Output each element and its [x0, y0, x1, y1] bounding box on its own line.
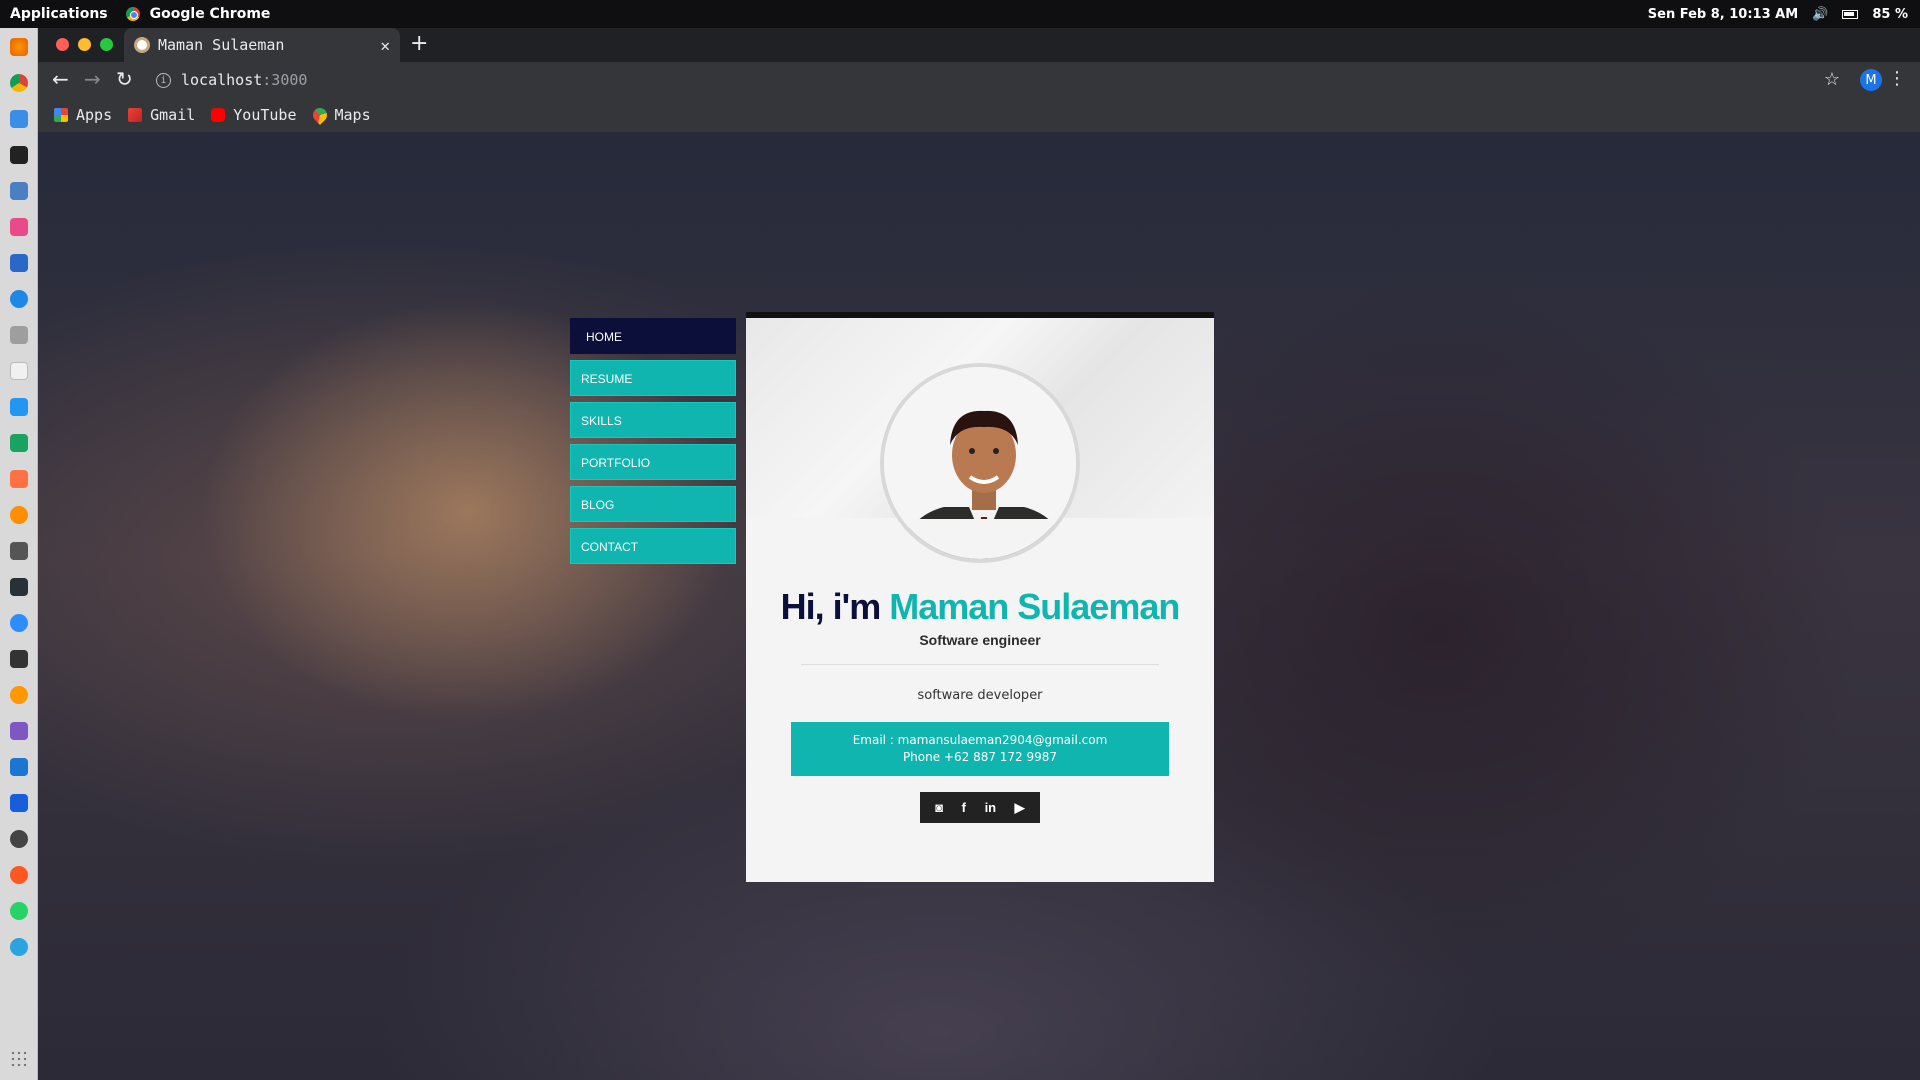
- applications-menu[interactable]: Applications: [10, 6, 108, 22]
- bitwarden-icon[interactable]: [10, 794, 28, 812]
- phone-text[interactable]: Phone +62 887 172 9987: [791, 749, 1169, 766]
- divider: [801, 664, 1159, 665]
- bookmark-label: Maps: [334, 106, 371, 124]
- tab-title: Maman Sulaeman: [158, 36, 285, 54]
- active-app-label: Google Chrome: [149, 6, 271, 22]
- browser-toolbar: ← → ↻ i localhost:3000 ☆ M ⋮: [38, 62, 1920, 98]
- nav-item-resume[interactable]: RESUME: [570, 360, 736, 396]
- maps-icon: [309, 105, 330, 125]
- whatsapp-icon[interactable]: [10, 902, 28, 920]
- bookmark-star-icon[interactable]: ☆: [1824, 69, 1840, 90]
- maximize-window-button[interactable]: [100, 38, 113, 51]
- nav-item-contact[interactable]: CONTACT: [570, 528, 736, 564]
- minimize-window-button[interactable]: [78, 38, 91, 51]
- web-page: HOME RESUME SKILLS PORTFOLIO BLOG CONTAC…: [38, 132, 1920, 1080]
- nav-item-skills[interactable]: SKILLS: [570, 402, 736, 438]
- url-host: localhost: [181, 71, 263, 89]
- obs-icon[interactable]: [10, 830, 28, 848]
- greeting-text: Hi, i'm: [780, 586, 890, 627]
- facebook-icon[interactable]: f: [962, 800, 966, 815]
- firefox-icon[interactable]: [10, 38, 28, 56]
- calendar-icon[interactable]: [10, 362, 28, 380]
- youtube-icon[interactable]: ▶: [1015, 800, 1025, 816]
- job-title: Software engineer: [919, 632, 1041, 648]
- close-window-button[interactable]: [56, 38, 69, 51]
- tab-strip: Maman Sulaeman ✕ +: [38, 28, 1920, 62]
- finder-icon[interactable]: [10, 110, 28, 128]
- app-store-icon[interactable]: [10, 290, 28, 308]
- volume-icon[interactable]: 🔊: [1812, 7, 1828, 22]
- more-menu-icon[interactable]: ⋮: [1888, 68, 1906, 89]
- site-info-icon[interactable]: i: [156, 72, 171, 88]
- linkedin-icon[interactable]: in: [985, 800, 997, 815]
- spreadsheet-icon[interactable]: [10, 434, 28, 452]
- postman-icon[interactable]: [10, 686, 28, 704]
- music-icon[interactable]: [10, 218, 28, 236]
- instagram-icon[interactable]: ◙: [935, 800, 943, 815]
- email-text[interactable]: Email : mamansulaeman2904@gmail.com: [791, 732, 1169, 749]
- bookmark-apps[interactable]: Apps: [54, 106, 112, 124]
- bookmarks-bar: Apps Gmail YouTube Maps: [38, 98, 1920, 132]
- writer-icon[interactable]: [10, 398, 28, 416]
- word-icon[interactable]: [10, 254, 28, 272]
- profile-description: software developer: [917, 688, 1043, 703]
- active-app[interactable]: Google Chrome: [125, 6, 271, 22]
- vlc-icon[interactable]: [10, 506, 28, 524]
- applications-label: Applications: [10, 6, 108, 22]
- nav-item-portfolio[interactable]: PORTFOLIO: [570, 444, 736, 480]
- forward-arrow-icon[interactable]: →: [84, 67, 101, 91]
- nav-item-blog[interactable]: BLOG: [570, 486, 736, 522]
- vscode-icon[interactable]: [10, 758, 28, 776]
- bookmark-youtube[interactable]: YouTube: [211, 106, 297, 124]
- show-apps-icon[interactable]: [10, 1050, 28, 1068]
- address-bar[interactable]: i localhost:3000: [156, 71, 307, 89]
- bookmark-label: YouTube: [233, 106, 297, 124]
- terminal-icon[interactable]: [10, 146, 28, 164]
- apps-grid-icon: [54, 108, 68, 122]
- video-editor-icon[interactable]: [10, 542, 28, 560]
- profile-name: Maman Sulaeman: [889, 586, 1180, 627]
- site-nav-menu: HOME RESUME SKILLS PORTFOLIO BLOG CONTAC…: [570, 318, 736, 570]
- presentation-icon[interactable]: [10, 470, 28, 488]
- application-dock: [0, 28, 38, 1080]
- browser-tab[interactable]: Maman Sulaeman ✕: [124, 28, 400, 62]
- new-tab-button[interactable]: +: [410, 31, 428, 56]
- profile-avatar[interactable]: M: [1860, 69, 1882, 91]
- settings-icon[interactable]: [10, 326, 28, 344]
- avatar: [880, 363, 1080, 563]
- greeting-heading: Hi, i'm Maman Sulaeman: [746, 586, 1214, 628]
- bookmark-gmail[interactable]: Gmail: [128, 106, 195, 124]
- close-tab-icon[interactable]: ✕: [380, 36, 390, 55]
- bookmark-label: Apps: [76, 106, 113, 124]
- telegram-icon[interactable]: [10, 938, 28, 956]
- datetime[interactable]: Sen Feb 8, 10:13 AM: [1648, 7, 1798, 22]
- chrome-icon[interactable]: [10, 74, 28, 92]
- bookmark-label: Gmail: [150, 106, 196, 124]
- chrome-icon: [125, 7, 140, 21]
- remote-desktop-icon[interactable]: [10, 182, 28, 200]
- profile-card: Hi, i'm Maman Sulaeman Software engineer…: [746, 312, 1214, 882]
- youtube-icon: [211, 108, 226, 122]
- reload-icon[interactable]: ↻: [116, 67, 133, 91]
- system-top-bar: Applications Google Chrome Sen Feb 8, 10…: [0, 0, 1920, 28]
- battery-percent: 85 %: [1872, 6, 1908, 22]
- zoom-icon[interactable]: [10, 614, 28, 632]
- tab-favicon-icon: [134, 37, 150, 53]
- gmail-icon: [128, 108, 143, 122]
- safari-icon[interactable]: [10, 866, 28, 884]
- bookmark-maps[interactable]: Maps: [309, 105, 371, 125]
- nav-item-home[interactable]: HOME: [570, 318, 736, 354]
- browser-window: Maman Sulaeman ✕ + ← → ↻ i localhost:300…: [38, 28, 1920, 132]
- game-icon[interactable]: [10, 722, 28, 740]
- image-editor-icon[interactable]: [10, 578, 28, 596]
- url-port: :3000: [262, 71, 308, 89]
- sublime-icon[interactable]: [10, 650, 28, 668]
- contact-box: Email : mamansulaeman2904@gmail.com Phon…: [791, 722, 1169, 776]
- back-arrow-icon[interactable]: ←: [52, 67, 69, 91]
- battery-icon[interactable]: [1842, 9, 1859, 19]
- social-links: ◙ f in ▶: [920, 792, 1040, 823]
